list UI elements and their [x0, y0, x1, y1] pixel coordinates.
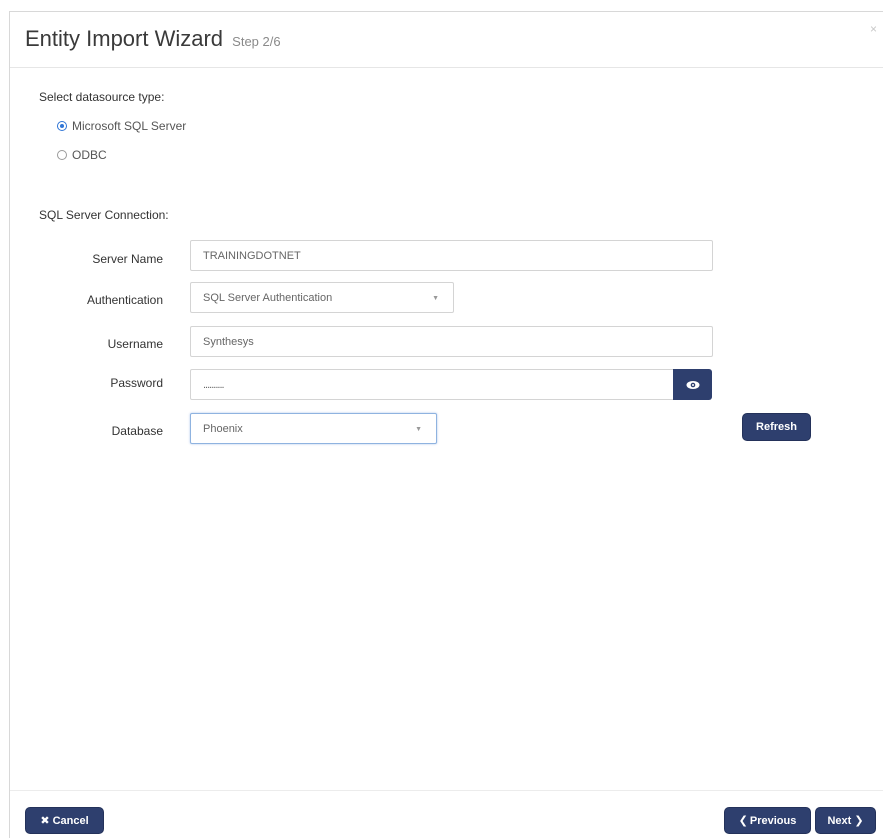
radio-option-mssql[interactable]: Microsoft SQL Server	[57, 119, 186, 133]
username-value: Synthesys	[203, 335, 254, 348]
radio-mssql-label: Microsoft SQL Server	[72, 119, 187, 133]
server-name-label: Server Name	[92, 252, 163, 266]
chevron-down-icon: ▼	[432, 295, 439, 302]
modal-title: Entity Import Wizard Step 2/6	[25, 26, 281, 52]
chevron-left-icon: ❮	[738, 815, 748, 827]
previous-button-label: Previous	[749, 814, 797, 827]
next-button-label: Next	[827, 814, 852, 827]
previous-button[interactable]: ❮ Previous	[724, 807, 811, 834]
modal-header: Entity Import Wizard Step 2/6 ×	[10, 12, 883, 68]
radio-mssql[interactable]	[57, 121, 67, 131]
cancel-button-label: Cancel	[52, 814, 89, 827]
server-name-input[interactable]: TRAININGDOTNET	[190, 240, 713, 271]
database-select[interactable]: Phoenix ▼	[190, 413, 437, 444]
password-value: ..........	[203, 378, 225, 391]
chevron-right-icon: ❯	[854, 815, 864, 827]
sql-connection-section-label: SQL Server Connection:	[39, 208, 169, 222]
wizard-step: Step 2/6	[232, 34, 281, 49]
authentication-value: SQL Server Authentication	[203, 291, 333, 304]
refresh-button-label: Refresh	[756, 421, 797, 433]
password-input[interactable]: ..........	[190, 369, 674, 400]
chevron-down-icon: ▼	[415, 426, 422, 433]
authentication-label: Authentication	[86, 293, 163, 307]
database-value: Phoenix	[203, 422, 243, 435]
radio-odbc[interactable]	[57, 150, 67, 160]
modal-footer-divider	[10, 790, 883, 791]
database-label: Database	[111, 424, 163, 438]
password-label: Password	[110, 376, 163, 390]
username-input[interactable]: Synthesys	[190, 326, 713, 357]
cancel-button[interactable]: ✖ Cancel	[25, 807, 104, 834]
show-password-button[interactable]	[673, 369, 712, 400]
eye-icon	[686, 380, 699, 389]
server-name-value: TRAININGDOTNET	[203, 249, 301, 262]
import-wizard-modal: Entity Import Wizard Step 2/6 × Select d…	[9, 11, 883, 838]
close-icon[interactable]: ×	[870, 22, 877, 36]
close-icon: ✖	[40, 815, 50, 827]
authentication-select[interactable]: SQL Server Authentication ▼	[190, 282, 454, 313]
next-button[interactable]: Next ❯	[815, 807, 876, 834]
datasource-type-label: Select datasource type:	[39, 90, 165, 104]
refresh-button[interactable]: Refresh	[742, 413, 811, 441]
radio-option-odbc[interactable]: ODBC	[57, 148, 107, 162]
username-label: Username	[107, 337, 163, 351]
wizard-title: Entity Import Wizard	[25, 26, 224, 51]
radio-odbc-label: ODBC	[72, 148, 107, 162]
